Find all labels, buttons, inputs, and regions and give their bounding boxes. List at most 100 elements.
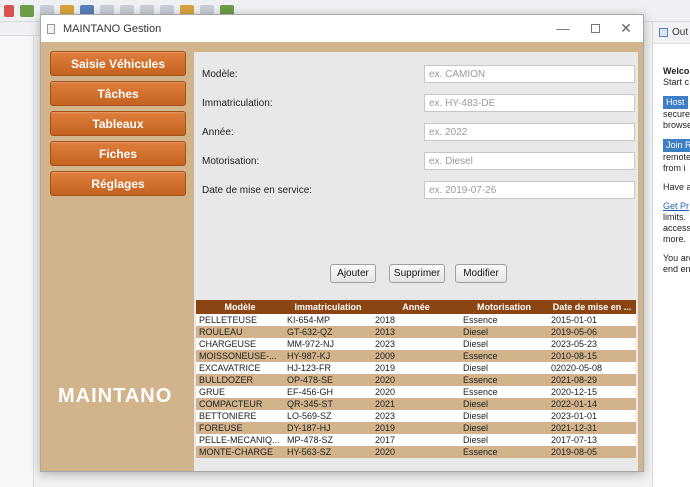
table-cell: PELLETEUSE	[196, 314, 284, 326]
table-row[interactable]: PELLETEUSE KI-654-MP 2018 Essence 2015-01-01	[196, 314, 636, 326]
table-cell: FOREUSE	[196, 422, 284, 434]
table-cell: Essence	[460, 386, 548, 398]
column-header[interactable]: Immatriculation	[284, 300, 372, 314]
table-row[interactable]: MONTE-CHARGE HY-563-SZ 2020 Essence 2019-08-…	[196, 446, 636, 458]
table-cell: Essence	[460, 350, 548, 362]
table-row[interactable]: BULLDOZER OP-478-SE 2020 Essence 2021-08-29	[196, 374, 636, 386]
table-cell: HJ-123-FR	[284, 362, 372, 374]
table-cell: KI-654-MP	[284, 314, 372, 326]
table-cell: BULLDOZER	[196, 374, 284, 386]
sidebar-item-tableaux[interactable]: Tableaux	[50, 111, 186, 136]
immatriculation-input[interactable]	[424, 94, 635, 112]
sidebar-item-taches[interactable]: Tâches	[50, 81, 186, 106]
table-row[interactable]: PELLE-MECANIQ... MP-478-SZ 2017 Diesel 2017-…	[196, 434, 636, 446]
table-cell: OP-478-SE	[284, 374, 372, 386]
get-pro-link[interactable]: Get Pr	[663, 201, 690, 212]
table-cell: 2022-01-14	[548, 398, 636, 410]
column-header[interactable]: Date de mise en ...	[548, 300, 636, 314]
ide-secondary-toolbar	[0, 22, 40, 36]
welcome-text: Have a	[663, 182, 690, 192]
table-cell: 2013	[372, 326, 460, 338]
ajouter-button[interactable]: Ajouter	[330, 264, 376, 283]
minimize-icon: —	[556, 21, 570, 36]
table-cell: Essence	[460, 446, 548, 458]
motorisation-input[interactable]	[424, 152, 635, 170]
table-cell: 2019-08-05	[548, 446, 636, 458]
maximize-icon	[590, 24, 600, 33]
main-content: Modèle: Immatriculation: Année: Motorisa…	[194, 52, 638, 471]
run-icon[interactable]	[4, 4, 14, 17]
table-row[interactable]: BETTONIERE LO-569-SZ 2023 Diesel 2023-01-01	[196, 410, 636, 422]
ide-left-panel	[0, 36, 34, 487]
debug-icon[interactable]	[20, 4, 34, 17]
table-cell: EXCAVATRICE	[196, 362, 284, 374]
window-title: MAINTANO Gestion	[63, 22, 162, 35]
welcome-panel: Welco Start c Host secure browse Join R …	[653, 44, 690, 275]
table-cell: 2023-05-23	[548, 338, 636, 350]
table-cell: GT-632-QZ	[284, 326, 372, 338]
table-row[interactable]: ROULEAU GT-632-QZ 2013 Diesel 2019-05-06	[196, 326, 636, 338]
tab-outline[interactable]: Out	[653, 22, 690, 44]
table-cell: Diesel	[460, 338, 548, 350]
ide-right-panel: Out Welco Start c Host secure browse Joi…	[652, 22, 690, 487]
sidebar-item-reglages[interactable]: Réglages	[50, 171, 186, 196]
table-cell: GRUE	[196, 386, 284, 398]
join-button[interactable]: Join R	[663, 139, 690, 152]
welcome-text: Start c	[663, 77, 690, 87]
modifier-button[interactable]: Modifier	[455, 264, 507, 283]
table-cell: Diesel	[460, 410, 548, 422]
table-header: Modèle Immatriculation Année Motorisation Da…	[196, 300, 636, 314]
table-cell: HY-987-KJ	[284, 350, 372, 362]
table-cell: ROULEAU	[196, 326, 284, 338]
welcome-title: Welco	[663, 66, 690, 76]
minimize-button[interactable]: —	[545, 15, 581, 42]
table-cell: EF-456-GH	[284, 386, 372, 398]
column-header[interactable]: Année	[372, 300, 460, 314]
welcome-text: browse	[663, 120, 690, 130]
table-cell: 2009	[372, 350, 460, 362]
table-cell: HY-563-SZ	[284, 446, 372, 458]
column-header[interactable]: Modèle	[196, 300, 284, 314]
sidebar-item-fiches[interactable]: Fiches	[50, 141, 186, 166]
table-cell: 2023	[372, 410, 460, 422]
supprimer-button[interactable]: Supprimer	[389, 264, 445, 283]
table-cell: 2019	[372, 422, 460, 434]
table-cell: 2023-01-01	[548, 410, 636, 422]
table-cell: DY-187-HJ	[284, 422, 372, 434]
column-header[interactable]: Motorisation	[460, 300, 548, 314]
modele-input[interactable]	[424, 65, 635, 83]
table-row[interactable]: MOISSONEUSE-... HY-987-KJ 2009 Essence 2010-…	[196, 350, 636, 362]
welcome-text: You are	[663, 253, 690, 263]
title-bar[interactable]: MAINTANO Gestion — ✕	[41, 15, 643, 42]
welcome-text: limits.	[663, 212, 686, 222]
table-cell: QR-345-ST	[284, 398, 372, 410]
table-cell: COMPACTEUR	[196, 398, 284, 410]
table-cell: MM-972-NJ	[284, 338, 372, 350]
table-cell: 2010-08-15	[548, 350, 636, 362]
host-button[interactable]: Host	[663, 96, 688, 109]
table-cell: 2021	[372, 398, 460, 410]
table-cell: MONTE-CHARGE	[196, 446, 284, 458]
label-immatriculation: Immatriculation:	[202, 98, 273, 109]
welcome-text: remote	[663, 152, 690, 162]
table-cell: Diesel	[460, 326, 548, 338]
table-cell: 2020-12-15	[548, 386, 636, 398]
table-cell: Diesel	[460, 398, 548, 410]
table-row[interactable]: CHARGEUSE MM-972-NJ 2023 Diesel 2023-05-23	[196, 338, 636, 350]
table-row[interactable]: FOREUSE DY-187-HJ 2019 Diesel 2021-12-31	[196, 422, 636, 434]
vehicles-table[interactable]: Modèle Immatriculation Année Motorisation Da…	[196, 300, 636, 458]
table-cell: 2015-01-01	[548, 314, 636, 326]
close-button[interactable]: ✕	[608, 15, 644, 42]
table-cell: BETTONIERE	[196, 410, 284, 422]
table-cell: 2021-12-31	[548, 422, 636, 434]
table-row[interactable]: COMPACTEUR QR-345-ST 2021 Diesel 2022-01-14	[196, 398, 636, 410]
table-row[interactable]: EXCAVATRICE HJ-123-FR 2019 Diesel 02020-05-0…	[196, 362, 636, 374]
label-date-mise-en-service: Date de mise en service:	[202, 185, 313, 196]
maintano-logo: MAINTANO	[58, 385, 173, 407]
table-row[interactable]: GRUE EF-456-GH 2020 Essence 2020-12-15	[196, 386, 636, 398]
label-motorisation: Motorisation:	[202, 156, 260, 167]
annee-input[interactable]	[424, 123, 635, 141]
table-cell: 2019	[372, 362, 460, 374]
date-mise-en-service-input[interactable]	[424, 181, 635, 199]
sidebar-item-saisie-vehicules[interactable]: Saisie Véhicules	[50, 51, 186, 76]
